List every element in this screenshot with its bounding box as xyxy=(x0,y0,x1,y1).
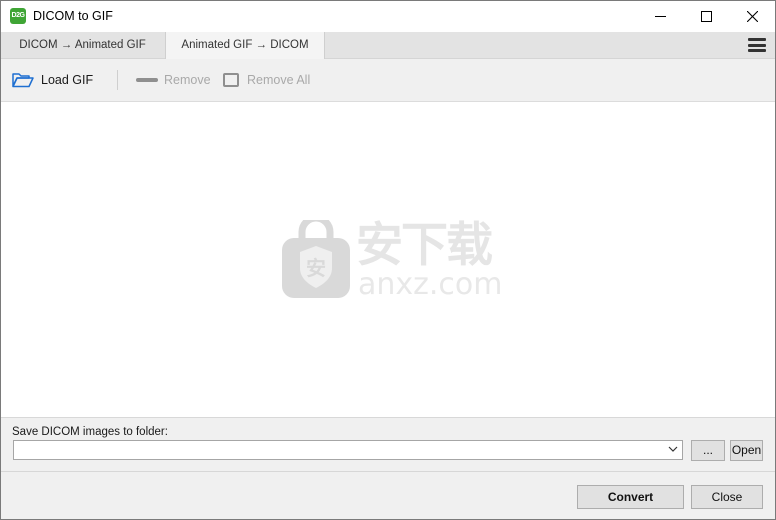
minimize-button[interactable] xyxy=(637,1,683,32)
minimize-icon xyxy=(654,16,666,17)
close-window-button[interactable] xyxy=(729,1,775,32)
app-logo-icon: D2G xyxy=(10,8,26,24)
watermark-en-text: anxz.com xyxy=(358,267,503,302)
chevron-down-icon[interactable] xyxy=(668,444,678,454)
toolbar-separator xyxy=(117,70,118,90)
hamburger-menu-icon[interactable] xyxy=(748,38,766,52)
save-folder-label: Save DICOM images to folder: xyxy=(12,426,168,438)
app-window: D2G DICOM to GIF DICOM → Animated GIF An… xyxy=(0,0,776,520)
remove-label: Remove xyxy=(164,73,211,87)
convert-button[interactable]: Convert xyxy=(577,485,684,509)
load-gif-label: Load GIF xyxy=(41,73,94,87)
watermark: 安 安下载 anxz.com xyxy=(280,218,503,302)
minus-icon xyxy=(136,78,158,82)
close-button[interactable]: Close xyxy=(691,485,763,509)
remove-all-button[interactable]: Remove All xyxy=(223,71,310,89)
open-folder-button[interactable]: Open xyxy=(730,440,763,461)
title-bar: D2G DICOM to GIF xyxy=(1,1,775,32)
maximize-icon xyxy=(700,11,712,22)
remove-all-label: Remove All xyxy=(247,73,311,87)
tab-bar: DICOM → Animated GIF Animated GIF → DICO… xyxy=(1,32,775,59)
load-gif-button[interactable]: Load GIF xyxy=(12,71,93,89)
footer-bar: Convert Close xyxy=(1,471,775,519)
watermark-cn-text: 安下载 xyxy=(356,218,493,273)
shield-bag-icon: 安 xyxy=(282,220,350,298)
shield-text: 安 xyxy=(306,256,326,280)
close-icon xyxy=(746,11,758,22)
maximize-button[interactable] xyxy=(683,1,729,32)
checkbox-icon xyxy=(223,73,239,87)
toolbar: Load GIF Remove Remove All xyxy=(1,59,775,102)
tab-dicom-to-gif[interactable]: DICOM → Animated GIF xyxy=(1,32,164,58)
remove-button[interactable]: Remove xyxy=(136,71,211,89)
tab-gif-to-dicom[interactable]: Animated GIF → DICOM xyxy=(165,32,325,59)
folder-open-icon xyxy=(12,73,34,88)
browse-folder-button[interactable]: ... xyxy=(691,440,725,461)
window-title: DICOM to GIF xyxy=(33,9,113,23)
file-list-area[interactable]: 安 安下载 anxz.com xyxy=(1,102,775,418)
output-folder-combobox[interactable] xyxy=(13,440,683,460)
